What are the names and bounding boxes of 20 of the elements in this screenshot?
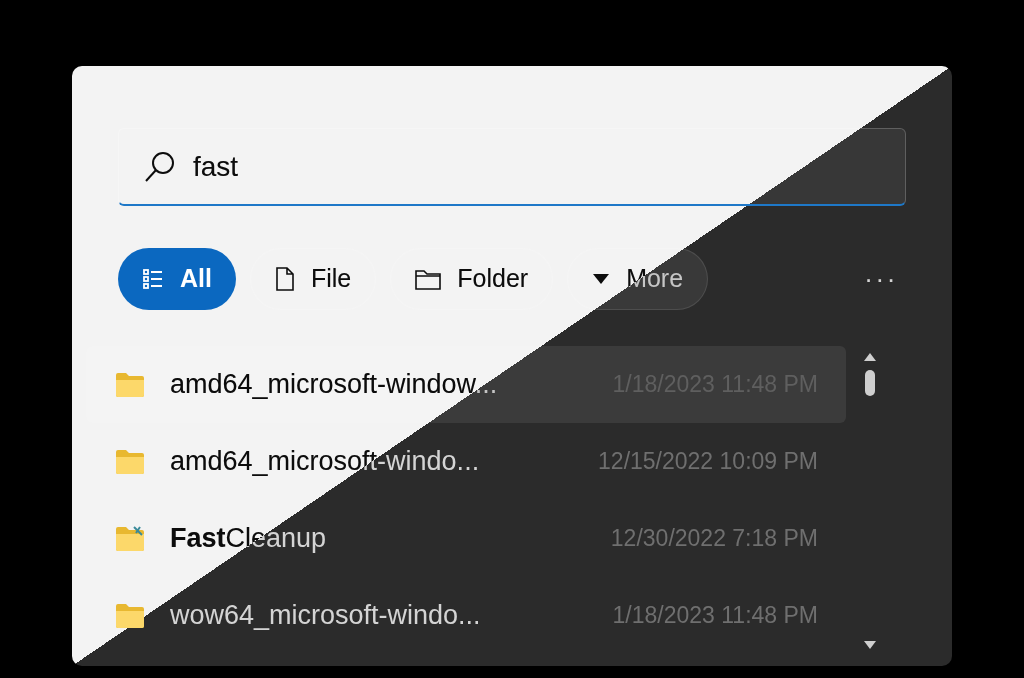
search-icon — [143, 149, 177, 184]
filter-chip[interactable]: All — [118, 248, 236, 310]
folder-tools-icon — [114, 524, 146, 553]
list-icon — [142, 268, 164, 290]
more-options-button[interactable]: ··· — [856, 259, 906, 299]
folder-icon — [114, 447, 146, 476]
file-icon — [274, 267, 295, 291]
folder-outline-icon — [415, 268, 442, 290]
file-name: wow64_microsoft-windo... — [170, 599, 481, 633]
modified-date: 12/30/2022 7:18 PM — [610, 524, 818, 554]
scroll-thumb[interactable] — [865, 370, 875, 396]
search-field[interactable]: fast — [118, 128, 906, 206]
modified-date: 1/18/2023 11:48 PM — [612, 601, 818, 631]
scroll-down-icon[interactable] — [863, 640, 877, 650]
caret-icon — [592, 273, 611, 285]
folder-icon — [114, 601, 146, 630]
folder-icon — [114, 370, 146, 399]
scroll-up-icon[interactable] — [863, 352, 877, 362]
result-row[interactable]: wow64_microsoft-windo... 1/18/2023 11:48 PM — [86, 577, 846, 654]
modified-date: 12/15/2022 10:09 PM — [598, 447, 818, 477]
